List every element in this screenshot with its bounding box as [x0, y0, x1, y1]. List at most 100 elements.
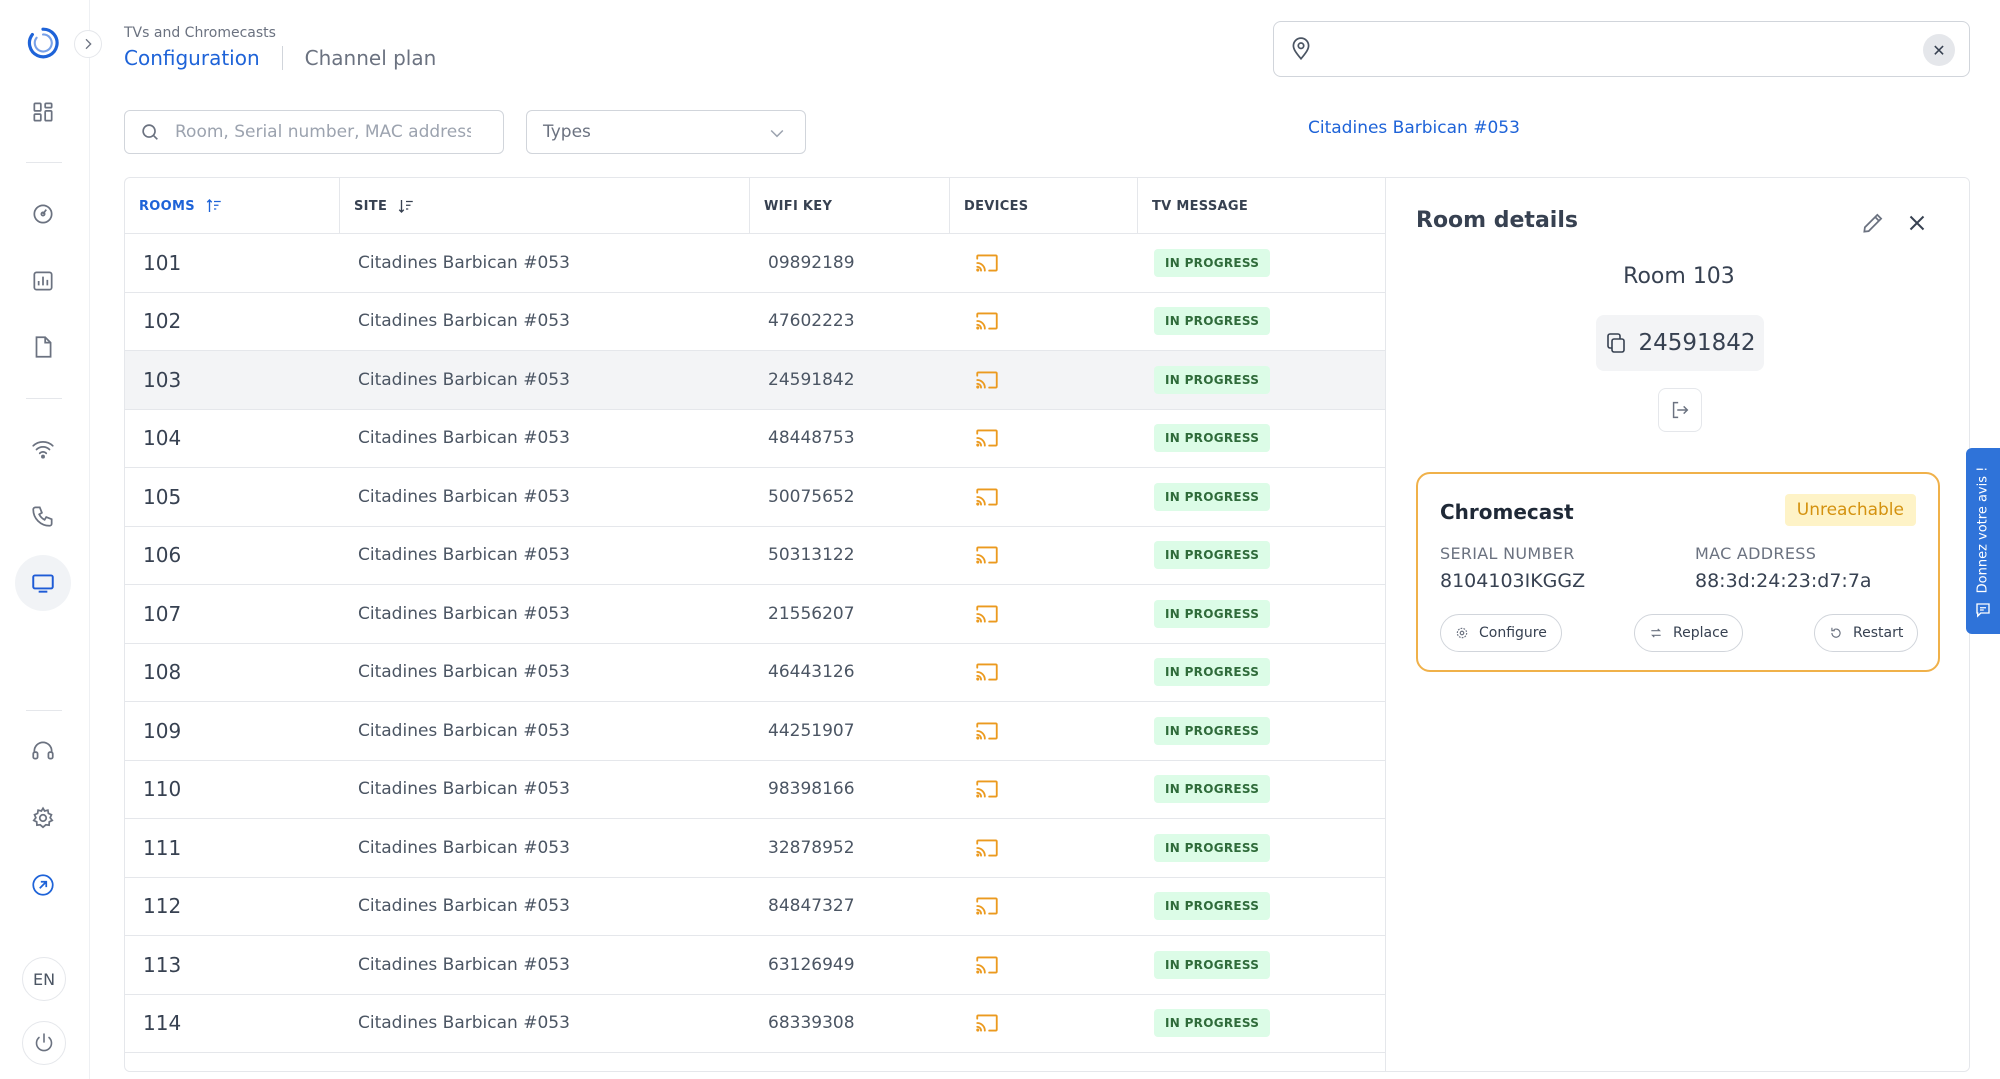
tv-message-cell: IN PROGRESS [1138, 761, 1385, 819]
column-header-tv-message[interactable]: TV MESSAGE [1138, 178, 1385, 234]
edit-pencil-icon[interactable] [1860, 210, 1886, 236]
status-badge: IN PROGRESS [1154, 892, 1271, 921]
column-label: DEVICES [964, 198, 1029, 214]
column-header-rooms[interactable]: ROOMS [125, 178, 340, 234]
tab-separator [281, 46, 283, 70]
room-cell: 105 [143, 484, 182, 509]
status-badge: IN PROGRESS [1154, 424, 1271, 453]
status-badge: IN PROGRESS [1154, 307, 1271, 336]
cast-icon[interactable] [974, 835, 1000, 861]
table-row[interactable]: 106 Citadines Barbican #053 50313122 IN … [125, 527, 1385, 585]
support-headset-icon[interactable] [24, 732, 62, 770]
cast-icon[interactable] [974, 308, 1000, 334]
feedback-tab[interactable]: Donnez votre avis ! [1966, 448, 2000, 634]
room-cell: 108 [143, 660, 182, 685]
feedback-label: Donnez votre avis ! [1975, 466, 1991, 594]
table-row[interactable]: 111 Citadines Barbican #053 32878952 IN … [125, 819, 1385, 878]
table-row[interactable]: 110 Citadines Barbican #053 98398166 IN … [125, 761, 1385, 819]
dashboard-icon[interactable] [24, 93, 62, 131]
sidebar-divider [26, 162, 62, 163]
sidebar-expand-button[interactable] [74, 30, 102, 58]
wifi-key-cell: 48448753 [768, 428, 855, 449]
analytics-icon[interactable] [24, 262, 62, 300]
cast-icon[interactable] [974, 952, 1000, 978]
devices-cell [950, 351, 1138, 409]
tv-message-cell: IN PROGRESS [1138, 644, 1385, 702]
search-field[interactable] [124, 110, 504, 154]
power-icon[interactable] [22, 1021, 66, 1065]
column-label: TV MESSAGE [1152, 198, 1249, 214]
column-header-wifi-key[interactable]: WIFI KEY [750, 178, 950, 234]
speedometer-icon[interactable] [24, 195, 62, 233]
site-cell: Citadines Barbican #053 [358, 311, 570, 332]
checkout-button[interactable] [1658, 388, 1702, 432]
table-row[interactable]: 104 Citadines Barbican #053 48448753 IN … [125, 410, 1385, 468]
cast-icon[interactable] [974, 250, 1000, 276]
tv-message-cell: IN PROGRESS [1138, 585, 1385, 643]
site-cell: Citadines Barbican #053 [358, 1013, 570, 1034]
cast-icon[interactable] [974, 367, 1000, 393]
table-row[interactable]: 107 Citadines Barbican #053 21556207 IN … [125, 585, 1385, 644]
document-icon[interactable] [24, 328, 62, 366]
table-row[interactable]: 109 Citadines Barbican #053 44251907 IN … [125, 702, 1385, 761]
wifi-icon[interactable] [24, 430, 62, 468]
tab-configuration[interactable]: Configuration [124, 46, 260, 70]
tv-icon[interactable] [15, 555, 71, 611]
chat-icon [1976, 603, 1990, 618]
cast-icon[interactable] [974, 776, 1000, 802]
site-cell: Citadines Barbican #053 [358, 545, 570, 566]
table-row[interactable]: 114 Citadines Barbican #053 68339308 IN … [125, 995, 1385, 1053]
search-input[interactable] [173, 121, 473, 143]
tab-channel-plan[interactable]: Channel plan [305, 46, 437, 70]
replace-button[interactable]: Replace [1634, 614, 1744, 652]
serial-number-label: SERIAL NUMBER [1440, 544, 1575, 563]
room-cell: 101 [143, 250, 182, 275]
tv-message-cell: IN PROGRESS [1138, 702, 1385, 760]
tv-message-cell: IN PROGRESS [1138, 878, 1385, 936]
restart-button[interactable]: Restart [1814, 614, 1919, 652]
table-row[interactable]: 112 Citadines Barbican #053 84847327 IN … [125, 878, 1385, 936]
table-row[interactable]: 101 Citadines Barbican #053 09892189 IN … [125, 234, 1385, 293]
mac-address-value: 88:3d:24:23:d7:7a [1695, 570, 1872, 592]
site-selector[interactable]: Citadines Barbican #053 ✕ [1273, 21, 1970, 138]
language-button[interactable]: EN [22, 957, 66, 1001]
column-header-site[interactable]: SITE [340, 178, 750, 234]
app-logo[interactable] [24, 24, 62, 62]
cast-icon[interactable] [974, 718, 1000, 744]
details-room-label: Room 103 [1623, 264, 1735, 289]
cast-icon[interactable] [974, 893, 1000, 919]
close-icon[interactable]: ✕ [1923, 34, 1955, 66]
room-cell: 113 [143, 952, 182, 977]
tv-message-cell: IN PROGRESS [1138, 410, 1385, 468]
gear-icon[interactable] [24, 799, 62, 837]
table-row[interactable]: 103 Citadines Barbican #053 24591842 IN … [125, 351, 1385, 410]
table-row[interactable]: 113 Citadines Barbican #053 63126949 IN … [125, 936, 1385, 995]
cast-icon[interactable] [974, 601, 1000, 627]
cast-icon[interactable] [974, 659, 1000, 685]
phone-icon[interactable] [24, 497, 62, 535]
wifi-key-cell: 46443126 [768, 662, 855, 683]
chevron-down-icon [770, 129, 784, 138]
column-label: ROOMS [139, 198, 195, 214]
status-badge: Unreachable [1784, 494, 1916, 526]
tv-message-cell: IN PROGRESS [1138, 936, 1385, 994]
devices-cell [950, 936, 1138, 994]
types-dropdown[interactable]: Types [526, 110, 806, 154]
close-icon[interactable] [1904, 210, 1930, 236]
external-link-icon[interactable] [24, 866, 62, 904]
cast-icon[interactable] [974, 484, 1000, 510]
devices-cell [950, 410, 1138, 468]
table-row[interactable]: 105 Citadines Barbican #053 50075652 IN … [125, 468, 1385, 527]
site-cell: Citadines Barbican #053 [358, 603, 570, 624]
table-row[interactable]: 108 Citadines Barbican #053 46443126 IN … [125, 644, 1385, 702]
cast-icon[interactable] [974, 425, 1000, 451]
column-header-devices[interactable]: DEVICES [950, 178, 1138, 234]
cast-icon[interactable] [974, 542, 1000, 568]
room-cell: 112 [143, 894, 182, 919]
devices-cell [950, 644, 1138, 702]
copy-wifi-key-button[interactable]: 24591842 [1596, 315, 1764, 371]
table-row[interactable]: 102 Citadines Barbican #053 47602223 IN … [125, 293, 1385, 351]
details-title: Room details [1416, 208, 1578, 233]
cast-icon[interactable] [974, 1010, 1000, 1036]
configure-button[interactable]: Configure [1440, 614, 1562, 652]
